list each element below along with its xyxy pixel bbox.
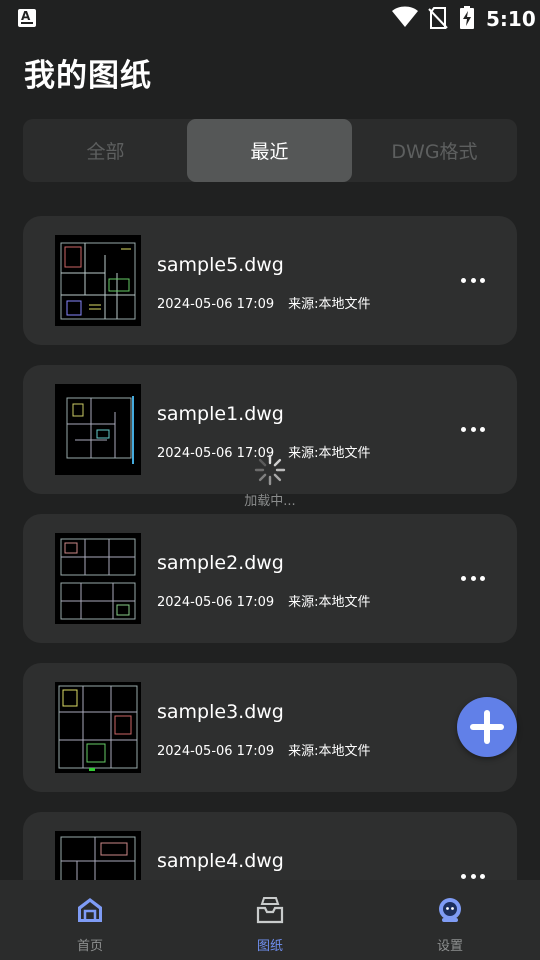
file-card-sample3[interactable]: sample3.dwg 2024-05-06 17:09 来源:本地文件 <box>23 663 517 792</box>
file-name: sample3.dwg <box>157 701 284 723</box>
drawing-thumbnail <box>55 682 141 773</box>
add-drawing-button[interactable] <box>457 697 517 757</box>
file-name: sample1.dwg <box>157 403 284 425</box>
loading-indicator: 加载中... <box>228 450 312 510</box>
drawing-thumbnail <box>55 384 141 475</box>
home-icon <box>78 898 102 922</box>
drawing-thumbnail <box>55 831 141 880</box>
file-source: 来源:本地文件 <box>288 297 371 312</box>
bottom-navigation: 首页 图纸 设置 <box>0 880 540 960</box>
loading-text: 加载中... <box>244 494 296 509</box>
more-options-icon[interactable] <box>461 572 485 584</box>
file-card-sample4[interactable]: sample4.dwg <box>23 812 517 880</box>
file-date: 2024-05-06 17:09 <box>157 297 275 312</box>
file-date: 2024-05-06 17:09 <box>157 744 275 759</box>
tab-dwg-format[interactable]: DWG格式 <box>352 119 517 182</box>
file-meta: 2024-05-06 17:09 来源:本地文件 <box>157 591 371 610</box>
nav-settings[interactable]: 设置 <box>360 880 540 960</box>
file-name: sample2.dwg <box>157 552 284 574</box>
filter-tabs: 全部 最近 DWG格式 <box>23 119 517 182</box>
nav-label: 设置 <box>436 939 463 954</box>
more-options-icon[interactable] <box>461 274 485 286</box>
file-meta: 2024-05-06 17:09 来源:本地文件 <box>157 740 371 759</box>
more-options-icon[interactable] <box>461 870 485 880</box>
file-card-sample2[interactable]: sample2.dwg 2024-05-06 17:09 来源:本地文件 <box>23 514 517 643</box>
status-bar: A 5:10 <box>0 0 540 38</box>
drawing-thumbnail <box>55 235 141 326</box>
nav-label: 首页 <box>76 939 103 954</box>
tab-all[interactable]: 全部 <box>23 119 188 182</box>
spinner-icon <box>254 454 286 486</box>
tab-recent[interactable]: 最近 <box>187 119 352 182</box>
drawing-list[interactable]: sample5.dwg 2024-05-06 17:09 来源:本地文件 samp… <box>23 216 517 880</box>
file-meta: 2024-05-06 17:09 来源:本地文件 <box>157 293 371 312</box>
file-name: sample5.dwg <box>157 254 284 276</box>
file-source: 来源:本地文件 <box>288 744 371 759</box>
nav-home[interactable]: 首页 <box>0 880 180 960</box>
page-title: 我的图纸 <box>24 58 152 94</box>
drawer-tray-icon <box>256 897 284 924</box>
wifi-icon <box>392 6 418 27</box>
nav-label: 图纸 <box>256 939 283 954</box>
app-notification-icon: A <box>18 9 36 27</box>
more-options-icon[interactable] <box>461 423 485 435</box>
battery-charging-icon <box>460 6 474 29</box>
file-date: 2024-05-06 17:09 <box>157 595 275 610</box>
nav-drawings[interactable]: 图纸 <box>180 880 360 960</box>
drawing-thumbnail <box>55 533 141 624</box>
file-source: 来源:本地文件 <box>288 595 371 610</box>
clock: 5:10 <box>486 7 536 31</box>
file-name: sample4.dwg <box>157 850 284 872</box>
robot-avatar-icon <box>439 898 461 922</box>
no-sim-icon <box>428 7 448 29</box>
file-card-sample5[interactable]: sample5.dwg 2024-05-06 17:09 来源:本地文件 <box>23 216 517 345</box>
